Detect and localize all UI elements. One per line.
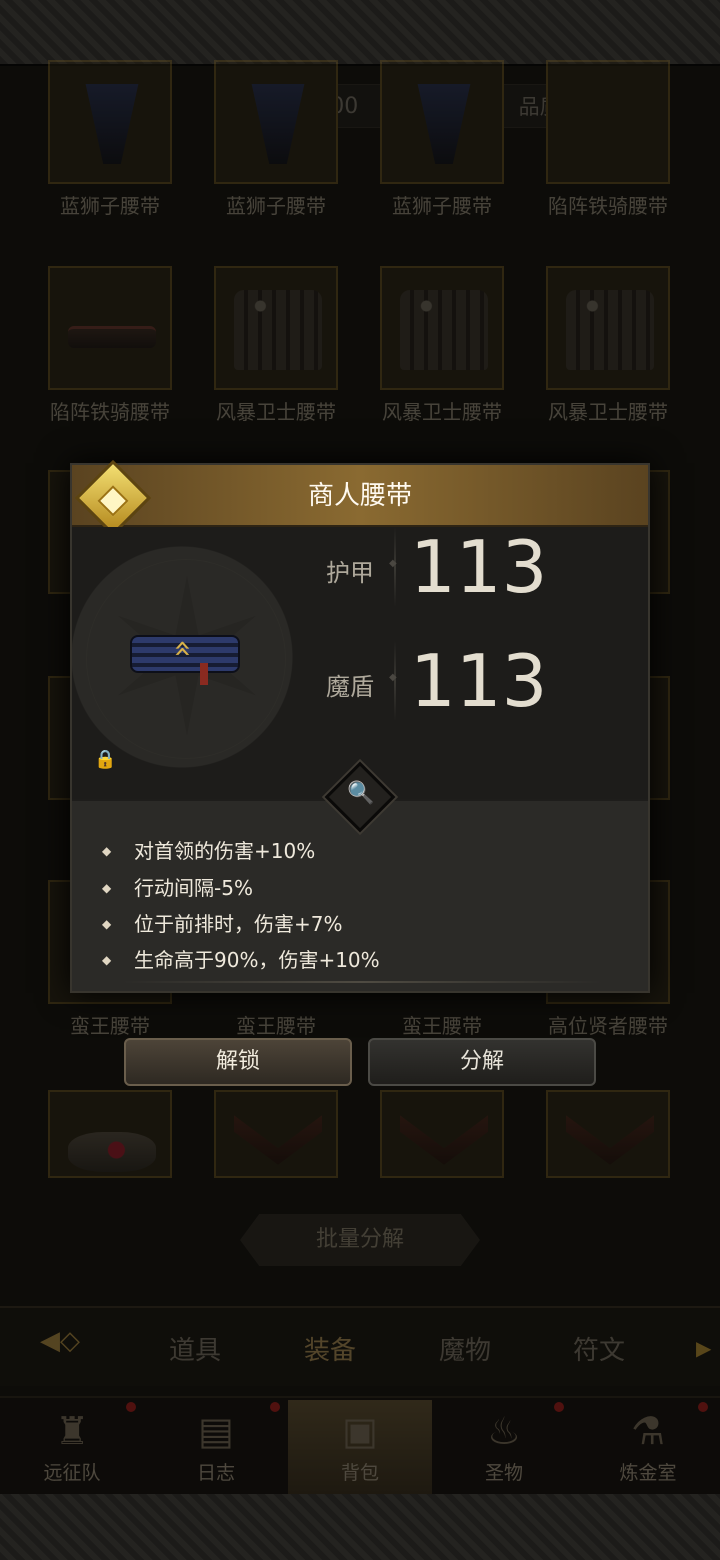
- nav-label: 日志: [196, 1462, 235, 1484]
- slot-label: 风暴卫士腰带: [216, 400, 336, 424]
- belt-icon: [68, 1132, 156, 1172]
- slot-label: 蛮王腰带: [236, 1014, 316, 1038]
- affix-text: 生命高于90%，伤害+10%: [134, 948, 380, 972]
- notification-badge: [270, 1402, 280, 1412]
- affix-text: 对首领的伤害+10%: [134, 839, 316, 863]
- back-arrow-icon[interactable]: ◀◇: [40, 1326, 120, 1356]
- belt-icon: [234, 1115, 322, 1165]
- nav-journal[interactable]: ▤ 日志: [144, 1400, 288, 1494]
- divider: [389, 641, 397, 721]
- nav-label: 炼金室: [619, 1462, 677, 1484]
- divider: [122, 981, 602, 983]
- scroll-icon: ▤: [198, 1409, 234, 1453]
- divider: [389, 527, 397, 607]
- item-slot[interactable]: [380, 1090, 504, 1178]
- belt-icon: [68, 326, 156, 348]
- item-slot[interactable]: [48, 1090, 172, 1178]
- nav-label: 远征队: [43, 1462, 101, 1484]
- tab-runes[interactable]: 符文: [549, 1330, 649, 1367]
- belt-icon: [417, 84, 471, 164]
- diamond-bullet-icon: ◆: [102, 844, 112, 858]
- slot-label: 蓝狮子腰带: [392, 194, 492, 218]
- notification-badge: [698, 1402, 708, 1412]
- magnifier-icon[interactable]: 🔍: [346, 779, 376, 809]
- batch-decompose-button[interactable]: 批量分解: [240, 1214, 480, 1266]
- slot-label: 陷阵铁骑腰带: [50, 400, 170, 424]
- slot-label: 风暴卫士腰带: [382, 400, 502, 424]
- belt-icon: [234, 290, 322, 370]
- diamond-bullet-icon: ◆: [102, 953, 112, 967]
- tab-items[interactable]: 道具: [145, 1330, 245, 1367]
- affix-item: ◆ 对首领的伤害+10%: [102, 835, 315, 864]
- affix-item: ◆ 行动间隔-5%: [102, 872, 253, 901]
- nav-expedition[interactable]: ♜ 远征队: [0, 1400, 144, 1494]
- magic-shield-label: 魔盾: [326, 673, 374, 701]
- item-summary: 🔒 护甲 113 魔盾 113: [72, 525, 648, 799]
- item-slot[interactable]: [214, 1090, 338, 1178]
- diamond-bullet-icon: ◆: [102, 917, 112, 931]
- nav-relics[interactable]: ♨ 圣物: [432, 1400, 576, 1494]
- viking-helmet-icon: ♜: [54, 1409, 90, 1453]
- chest-icon: ▣: [342, 1409, 378, 1453]
- nav-label: 圣物: [484, 1462, 523, 1484]
- nav-alchemy[interactable]: ⚗ 炼金室: [576, 1400, 720, 1494]
- merchant-belt-icon: [130, 635, 240, 685]
- slot-label: 蛮王腰带: [402, 1014, 482, 1038]
- belt-icon: [400, 290, 488, 370]
- bottom-frame: [0, 1494, 720, 1560]
- item-slot[interactable]: [380, 266, 504, 390]
- item-slot[interactable]: [546, 1090, 670, 1178]
- item-slot[interactable]: [48, 266, 172, 390]
- decompose-button[interactable]: 分解: [368, 1038, 596, 1086]
- belt-icon: [251, 84, 305, 164]
- notification-badge: [126, 1402, 136, 1412]
- belt-icon: [566, 290, 654, 370]
- affix-text: 行动间隔-5%: [134, 876, 253, 900]
- notification-badge: [554, 1402, 564, 1412]
- tab-monsters[interactable]: 魔物: [415, 1330, 515, 1367]
- slot-label: 陷阵铁骑腰带: [548, 194, 668, 218]
- alchemy-icon: ⚗: [630, 1409, 666, 1453]
- top-frame: [0, 0, 720, 66]
- item-slot[interactable]: [546, 60, 670, 184]
- item-slot[interactable]: [214, 266, 338, 390]
- relic-icon: ♨: [486, 1409, 522, 1453]
- slot-label: 风暴卫士腰带: [548, 400, 668, 424]
- belt-icon: [400, 1115, 488, 1165]
- slot-label: 高位贤者腰带: [548, 1014, 668, 1038]
- belt-icon: [566, 1115, 654, 1165]
- armor-value: 113: [410, 525, 548, 609]
- unlock-button[interactable]: 解锁: [124, 1038, 352, 1086]
- item-slot[interactable]: [214, 60, 338, 184]
- chevron-right-icon[interactable]: ▶: [696, 1336, 711, 1360]
- armor-label: 护甲: [326, 559, 374, 587]
- slot-label: 蓝狮子腰带: [226, 194, 326, 218]
- belt-icon: [85, 84, 139, 164]
- lock-icon[interactable]: 🔒: [94, 749, 116, 770]
- slot-label: 蛮王腰带: [70, 1014, 150, 1038]
- item-detail-popup: 商人腰带 🔒 护甲 113 魔盾 113 ◆ 对首领的伤害+10% ◆ 行动间隔-5…: [70, 459, 650, 993]
- magic-shield-value: 113: [410, 639, 548, 723]
- item-name: 商人腰带: [307, 481, 412, 511]
- diamond-bullet-icon: ◆: [102, 881, 112, 895]
- affix-text: 位于前排时，伤害+7%: [134, 912, 343, 936]
- belt-icon: [566, 84, 654, 164]
- affix-item: ◆ 生命高于90%，伤害+10%: [102, 944, 380, 973]
- item-slot[interactable]: [380, 60, 504, 184]
- item-slot[interactable]: [48, 60, 172, 184]
- item-slot[interactable]: [546, 266, 670, 390]
- affix-item: ◆ 位于前排时，伤害+7%: [102, 908, 343, 937]
- nav-label: 背包: [340, 1462, 379, 1484]
- tab-equipment[interactable]: 装备: [280, 1330, 380, 1367]
- nav-backpack[interactable]: ▣ 背包: [288, 1400, 432, 1494]
- slot-label: 蓝狮子腰带: [60, 194, 160, 218]
